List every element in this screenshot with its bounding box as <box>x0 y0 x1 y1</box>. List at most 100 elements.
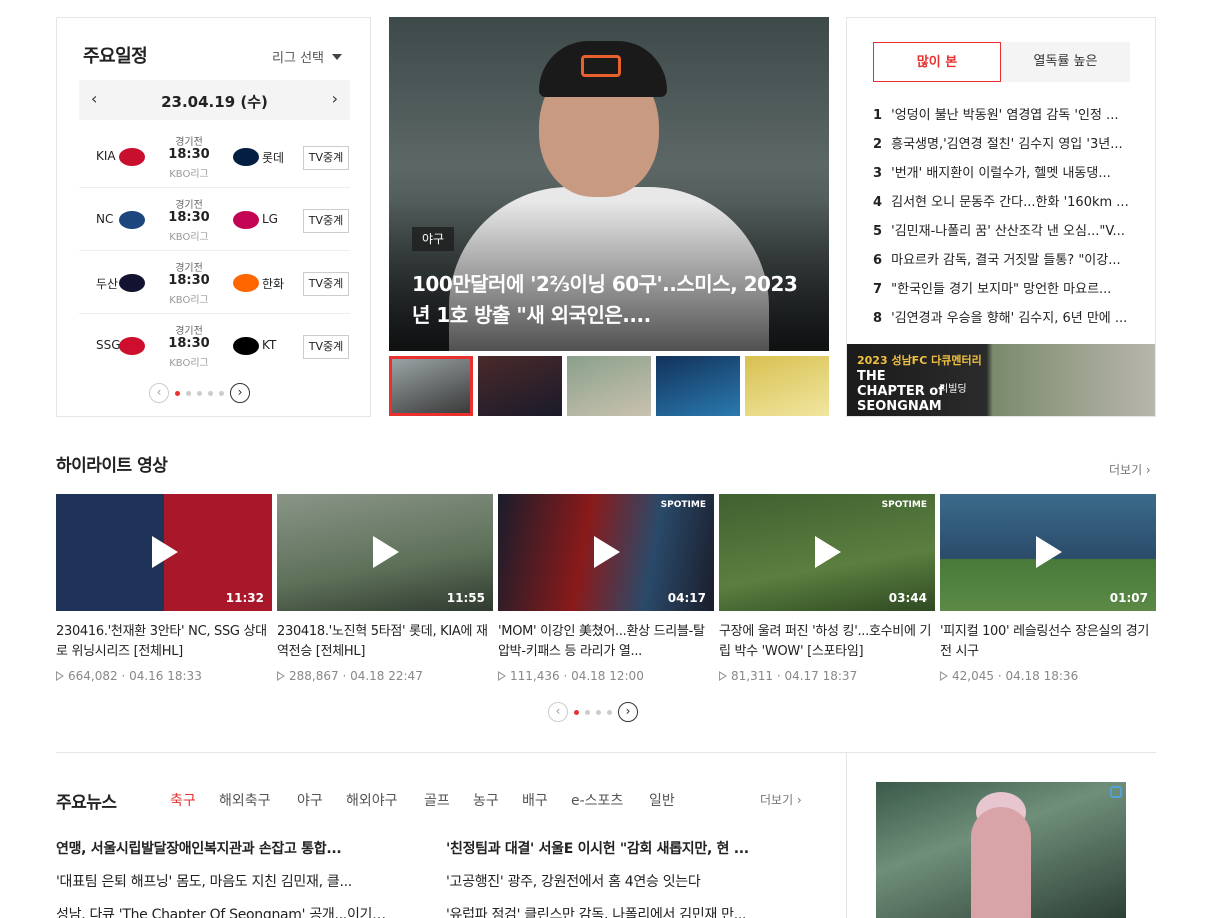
video-thumbnail[interactable]: 01:07 <box>940 494 1156 611</box>
ranking-title: '번개' 배지환이 이럴수가, 헬멧 내동댕... <box>891 166 1111 181</box>
ranking-item[interactable]: 4 김서현 오니 문동주 간다...한화 '160km ... <box>873 191 1133 220</box>
news-item[interactable]: '고공행진' 광주, 강원전에서 홈 4연승 잇는다 <box>446 871 791 891</box>
tv-broadcast-button[interactable]: TV중계 <box>303 272 349 296</box>
ad-figure <box>971 807 1031 918</box>
video-title[interactable]: 230418.'노진혁 5타점' 롯데, KIA에 재역전승 [전체HL] <box>277 622 493 662</box>
rank-number: 4 <box>873 195 883 210</box>
hero-thumbnail-strip <box>389 356 829 416</box>
game-row[interactable]: 두산 경기전 18:30 KBO리그 한화 TV중계 <box>79 251 350 314</box>
ranking-item[interactable]: 8 '김연경과 우승을 향해' 김수지, 6년 만에 ... <box>873 307 1133 336</box>
banner-subtitle: 2023 성남FC 다큐멘터리 <box>857 354 982 367</box>
pager-dot[interactable] <box>585 709 590 715</box>
video-title[interactable]: 'MOM' 이강인 美쳤어...환상 드리블-탈압박-키패스 등 라리가 열..… <box>498 622 714 662</box>
next-date-button[interactable]: › <box>332 89 338 108</box>
home-team: SSG <box>96 338 121 352</box>
pager-dot[interactable] <box>607 709 612 715</box>
video-card[interactable]: SPOTIME 03:44 구장에 울려 퍼진 '하성 킹'...호수비에 기립… <box>719 494 935 683</box>
pager-prev-button[interactable]: ‹ <box>149 383 169 403</box>
tab-soccer[interactable]: 축구 <box>170 790 196 810</box>
news-item[interactable]: 연맹, 서울시립발달장애인복지관과 손잡고 통합... <box>56 838 396 858</box>
game-row[interactable]: NC 경기전 18:30 KBO리그 LG TV중계 <box>79 188 350 251</box>
video-thumbnail[interactable]: SPOTIME 04:17 <box>498 494 714 611</box>
away-team: 한화 <box>262 277 285 291</box>
tab-world-soccer[interactable]: 해외축구 <box>219 790 271 810</box>
pager-dot[interactable] <box>219 390 224 396</box>
tab-esports[interactable]: e-스포츠 <box>571 790 623 810</box>
rank-number: 7 <box>873 282 883 297</box>
ranking-item[interactable]: 5 '김민재-나폴리 꿈' 산산조각 낸 오심..."V... <box>873 220 1133 249</box>
ranking-item[interactable]: 1 '엉덩이 불난 박동원' 염경엽 감독 '인정 ... <box>873 104 1133 133</box>
tab-baseball[interactable]: 야구 <box>297 790 323 810</box>
tab-world-baseball[interactable]: 해외야구 <box>346 790 398 810</box>
highlights-more-link[interactable]: 더보기 › <box>1109 461 1151 478</box>
tv-broadcast-button[interactable]: TV중계 <box>303 209 349 233</box>
video-card[interactable]: 11:32 230416.'천재환 3안타' NC, SSG 상대로 위닝시리즈… <box>56 494 272 683</box>
video-card[interactable]: 01:07 '피지컬 100' 레슬링선수 장은실의 경기 전 시구 42,04… <box>940 494 1156 683</box>
video-date: 04.18 18:36 <box>1005 669 1079 683</box>
pager-dot[interactable] <box>197 390 202 396</box>
game-status: 경기전 <box>175 326 203 337</box>
pager-dot[interactable] <box>186 390 191 396</box>
hero-thumbnail[interactable] <box>745 356 829 416</box>
caret-down-icon <box>332 54 342 60</box>
video-thumbnail[interactable]: 11:55 <box>277 494 493 611</box>
video-thumbnail[interactable]: SPOTIME 03:44 <box>719 494 935 611</box>
away-team-logo-icon <box>233 148 259 166</box>
video-title[interactable]: 230416.'천재환 3안타' NC, SSG 상대로 위닝시리즈 [전체HL… <box>56 622 272 662</box>
video-views: 81,311 <box>731 669 773 683</box>
schedule-panel: 주요일정 리그 선택 ‹ 23.04.19 (수) › KIA 경기전 18:3… <box>56 17 371 417</box>
tv-broadcast-button[interactable]: TV중계 <box>303 335 349 359</box>
video-title[interactable]: '피지컬 100' 레슬링선수 장은실의 경기 전 시구 <box>940 622 1156 662</box>
tv-broadcast-button[interactable]: TV중계 <box>303 146 349 170</box>
tab-golf[interactable]: 골프 <box>424 790 450 810</box>
game-league: KBO리그 <box>169 295 209 306</box>
news-more-link[interactable]: 더보기 › <box>760 791 802 808</box>
league-select-dropdown[interactable]: 리그 선택 <box>272 47 342 66</box>
ranking-item[interactable]: 6 마요르카 감독, 결국 거짓말 들통? "이강... <box>873 249 1133 278</box>
category-badge: 야구 <box>412 227 454 251</box>
tab-volleyball[interactable]: 배구 <box>522 790 548 810</box>
game-status: 경기전 <box>175 200 203 211</box>
video-meta: 664,082 · 04.16 18:33 <box>56 669 272 683</box>
tab-general[interactable]: 일반 <box>649 790 675 810</box>
pager-dot[interactable] <box>596 709 601 715</box>
hero-thumbnail[interactable] <box>478 356 562 416</box>
video-views: 288,867 <box>289 669 339 683</box>
news-item[interactable]: '유럽파 점검' 클린스만 감독, 나폴리에서 김민재 만... <box>446 904 791 918</box>
news-item[interactable]: 성남, 다큐 'The Chapter Of Seongnam' 공개...이기… <box>56 904 396 918</box>
pager-dot[interactable] <box>208 390 213 396</box>
home-team-logo-icon <box>119 274 145 292</box>
rank-number: 1 <box>873 108 883 123</box>
tab-most-read[interactable]: 열독률 높은 <box>1001 42 1130 82</box>
video-thumbnail[interactable]: 11:32 <box>56 494 272 611</box>
hero-headline[interactable]: 100만달러에 '2⅔이닝 60구'..스미스, 2023년 1호 방출 "새 … <box>412 269 812 331</box>
hero-article[interactable]: 야구 100만달러에 '2⅔이닝 60구'..스미스, 2023년 1호 방출 … <box>389 17 829 351</box>
tab-most-viewed[interactable]: 많이 본 <box>873 42 1001 82</box>
pager-dot[interactable] <box>574 709 579 715</box>
hero-thumbnail[interactable] <box>389 356 473 416</box>
ranking-item[interactable]: 3 '번개' 배지환이 이럴수가, 헬멧 내동댕... <box>873 162 1133 191</box>
news-item[interactable]: '친정팀과 대결' 서울E 이시헌 "감회 새롭지만, 현 ... <box>446 838 791 858</box>
ad-info-icon[interactable] <box>1110 786 1122 798</box>
documentary-banner[interactable]: 2023 성남FC 다큐멘터리 THE CHAPTER of SEONGNAM … <box>847 344 1155 416</box>
ranking-item[interactable]: 7 "한국인들 경기 보지마" 망언한 마요르... <box>873 278 1133 307</box>
game-row[interactable]: KIA 경기전 18:30 KBO리그 롯데 TV중계 <box>79 125 350 188</box>
game-row[interactable]: SSG 경기전 18:30 KBO리그 KT TV중계 <box>79 314 350 377</box>
news-title: 주요뉴스 <box>56 793 117 813</box>
ranking-item[interactable]: 2 흥국생명,'김연경 절친' 김수지 영입 '3년... <box>873 133 1133 162</box>
hero-thumbnail[interactable] <box>567 356 651 416</box>
video-card[interactable]: SPOTIME 04:17 'MOM' 이강인 美쳤어...환상 드리블-탈압박… <box>498 494 714 683</box>
pager-next-button[interactable]: › <box>230 383 250 403</box>
pager-next-button[interactable]: › <box>618 702 638 722</box>
pager-dot[interactable] <box>175 390 180 396</box>
advertisement[interactable] <box>876 782 1126 918</box>
pager-prev-button[interactable]: ‹ <box>548 702 568 722</box>
news-item[interactable]: '대표팀 은퇴 해프닝' 몸도, 마음도 지친 김민재, 클... <box>56 871 396 891</box>
video-title[interactable]: 구장에 울려 퍼진 '하성 킹'...호수비에 기립 박수 'WOW' [스포타… <box>719 622 935 662</box>
video-meta: 42,045 · 04.18 18:36 <box>940 669 1156 683</box>
views-icon <box>498 671 506 681</box>
video-card[interactable]: 11:55 230418.'노진혁 5타점' 롯데, KIA에 재역전승 [전체… <box>277 494 493 683</box>
hero-thumbnail[interactable] <box>656 356 740 416</box>
tab-basketball[interactable]: 농구 <box>473 790 499 810</box>
rank-number: 5 <box>873 224 883 239</box>
